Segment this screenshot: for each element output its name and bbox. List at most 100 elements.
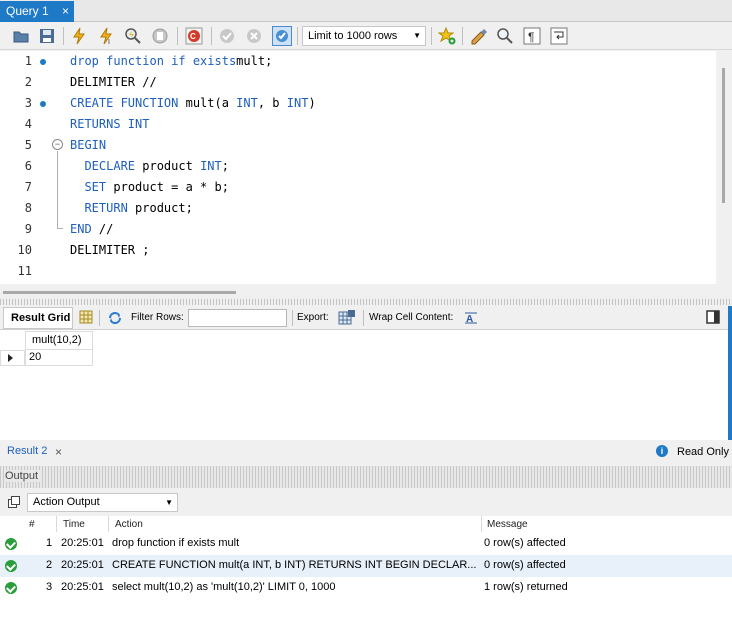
- row-number: 3: [46, 581, 53, 593]
- code-line: END //: [70, 222, 113, 236]
- grid-cell[interactable]: 20: [25, 350, 93, 366]
- line-number: 3: [24, 96, 32, 110]
- query-tab-bar: Query 1 ×: [0, 0, 732, 22]
- code-line: SET product = a * b;: [70, 180, 229, 194]
- output-row[interactable]: 3 20:25:01 select mult(10,2) as 'mult(10…: [0, 577, 732, 599]
- sql-text: product: [135, 159, 201, 173]
- code-line: DECLARE product INT;: [70, 159, 229, 173]
- success-check-icon: [5, 582, 17, 594]
- line-number-gutter: 1 2 3 4 5 6 7 8 9 10 11: [0, 51, 52, 284]
- export-icon[interactable]: [338, 309, 356, 327]
- code-line: RETURN product;: [70, 201, 192, 215]
- fold-guide: [57, 151, 58, 228]
- toolbar-separator: [99, 310, 100, 326]
- editor-horizontal-scroll-thumb[interactable]: [3, 291, 236, 294]
- sql-keyword: BEGIN: [70, 138, 107, 152]
- sql-keyword: INT: [286, 96, 309, 110]
- grid-view-icon[interactable]: [79, 310, 93, 324]
- wrap-cell-label: Wrap Cell Content:: [369, 312, 454, 323]
- execute-icon[interactable]: [70, 27, 88, 45]
- svg-text:C: C: [190, 32, 196, 41]
- result-grid: [0, 330, 728, 440]
- copy-icon[interactable]: [8, 496, 20, 508]
- toolbar-separator: [211, 27, 212, 45]
- line-number: 9: [24, 222, 32, 236]
- toolbar-separator: [431, 27, 432, 45]
- beautify-icon[interactable]: [470, 27, 488, 45]
- sql-keyword: SET: [84, 180, 107, 194]
- row-time: 20:25:01: [61, 537, 104, 549]
- result-toolbar: Result Grid Filter Rows: Export: Wrap Ce…: [0, 306, 728, 330]
- tab-label: Query 1: [6, 4, 49, 18]
- line-number: 10: [17, 243, 32, 257]
- tab-query-1[interactable]: Query 1 ×: [0, 1, 74, 22]
- row-action: select mult(10,2) as 'mult(10,2)' LIMIT …: [112, 581, 336, 593]
- open-folder-icon[interactable]: [12, 27, 30, 45]
- column-header-message[interactable]: Message: [487, 519, 528, 530]
- stop-icon[interactable]: [151, 27, 169, 45]
- code-line: drop function if existsmult;: [70, 54, 272, 68]
- filter-rows-input[interactable]: [188, 309, 287, 327]
- save-icon[interactable]: [38, 27, 56, 45]
- side-panel-tab[interactable]: [728, 306, 732, 440]
- close-icon[interactable]: ×: [55, 445, 62, 459]
- row-time: 20:25:01: [61, 559, 104, 571]
- wrap-cell-icon[interactable]: A: [465, 312, 477, 324]
- row-time: 20:25:01: [61, 581, 104, 593]
- svg-text:¶: ¶: [528, 30, 534, 44]
- fold-toggle-icon[interactable]: −: [52, 139, 63, 150]
- line-number: 4: [24, 117, 32, 131]
- sql-editor[interactable]: 1 2 3 4 5 6 7 8 9 10 11 drop function if existsmul…: [0, 51, 716, 284]
- export-label: Export:: [297, 312, 329, 323]
- commit-icon[interactable]: [218, 27, 236, 45]
- find-icon[interactable]: [496, 27, 514, 45]
- output-row-selected[interactable]: 2 20:25:01 CREATE FUNCTION mult(a INT, b…: [0, 555, 732, 577]
- line-number: 6: [24, 159, 32, 173]
- row-action: drop function if exists mult: [112, 537, 240, 549]
- invisible-chars-icon[interactable]: ¶: [523, 27, 541, 45]
- result-grid-tab[interactable]: Result Grid: [3, 307, 73, 329]
- line-number: 8: [24, 201, 32, 215]
- line-number: 7: [24, 180, 32, 194]
- sql-text: mult(a: [178, 96, 237, 110]
- output-type-value: Action Output: [33, 496, 100, 508]
- success-check-icon: [5, 538, 17, 550]
- column-header-number[interactable]: #: [29, 519, 35, 530]
- output-type-select[interactable]: Action Output ▼: [27, 493, 178, 512]
- word-wrap-icon[interactable]: [550, 27, 568, 45]
- sql-text: DELIMITER ;: [70, 243, 150, 257]
- code-line: BEGIN: [70, 138, 106, 152]
- sql-keyword: DECLARE: [84, 159, 136, 173]
- stop-on-error-icon[interactable]: C: [185, 27, 203, 45]
- sql-text: //: [91, 222, 114, 236]
- column-header[interactable]: mult(10,2): [25, 331, 93, 350]
- line-number: 11: [17, 264, 32, 278]
- sql-keyword: INT: [236, 96, 258, 110]
- toolbar-separator: [292, 310, 293, 326]
- row-message: 1 row(s) returned: [484, 581, 568, 593]
- execute-current-icon[interactable]: I: [97, 27, 115, 45]
- explain-icon[interactable]: [124, 27, 142, 45]
- editor-vertical-scroll-thumb[interactable]: [722, 68, 725, 203]
- tab-result-2[interactable]: Result 2: [7, 445, 47, 457]
- pane-splitter[interactable]: [0, 299, 732, 305]
- add-snippet-star-icon[interactable]: [438, 27, 456, 45]
- statement-marker-icon: [40, 101, 46, 107]
- output-row[interactable]: 1 20:25:01 drop function if exists mult …: [0, 533, 732, 555]
- close-icon[interactable]: ×: [62, 1, 69, 21]
- code-line: RETURNS INT: [70, 117, 149, 131]
- autocommit-icon[interactable]: [272, 26, 292, 46]
- rollback-icon[interactable]: [245, 27, 263, 45]
- svg-text:I: I: [108, 39, 110, 45]
- row-message: 0 row(s) affected: [484, 537, 566, 549]
- filter-rows-label: Filter Rows:: [131, 312, 184, 323]
- toggle-panel-icon[interactable]: [706, 310, 720, 324]
- limit-rows-select[interactable]: Limit to 1000 rows ▼: [302, 26, 426, 46]
- refresh-icon[interactable]: [107, 310, 123, 326]
- sql-keyword: INT: [200, 159, 222, 173]
- toolbar-separator: [462, 27, 463, 45]
- row-number: 1: [46, 537, 53, 549]
- column-header-action[interactable]: Action: [115, 519, 143, 530]
- column-header-time[interactable]: Time: [63, 519, 85, 530]
